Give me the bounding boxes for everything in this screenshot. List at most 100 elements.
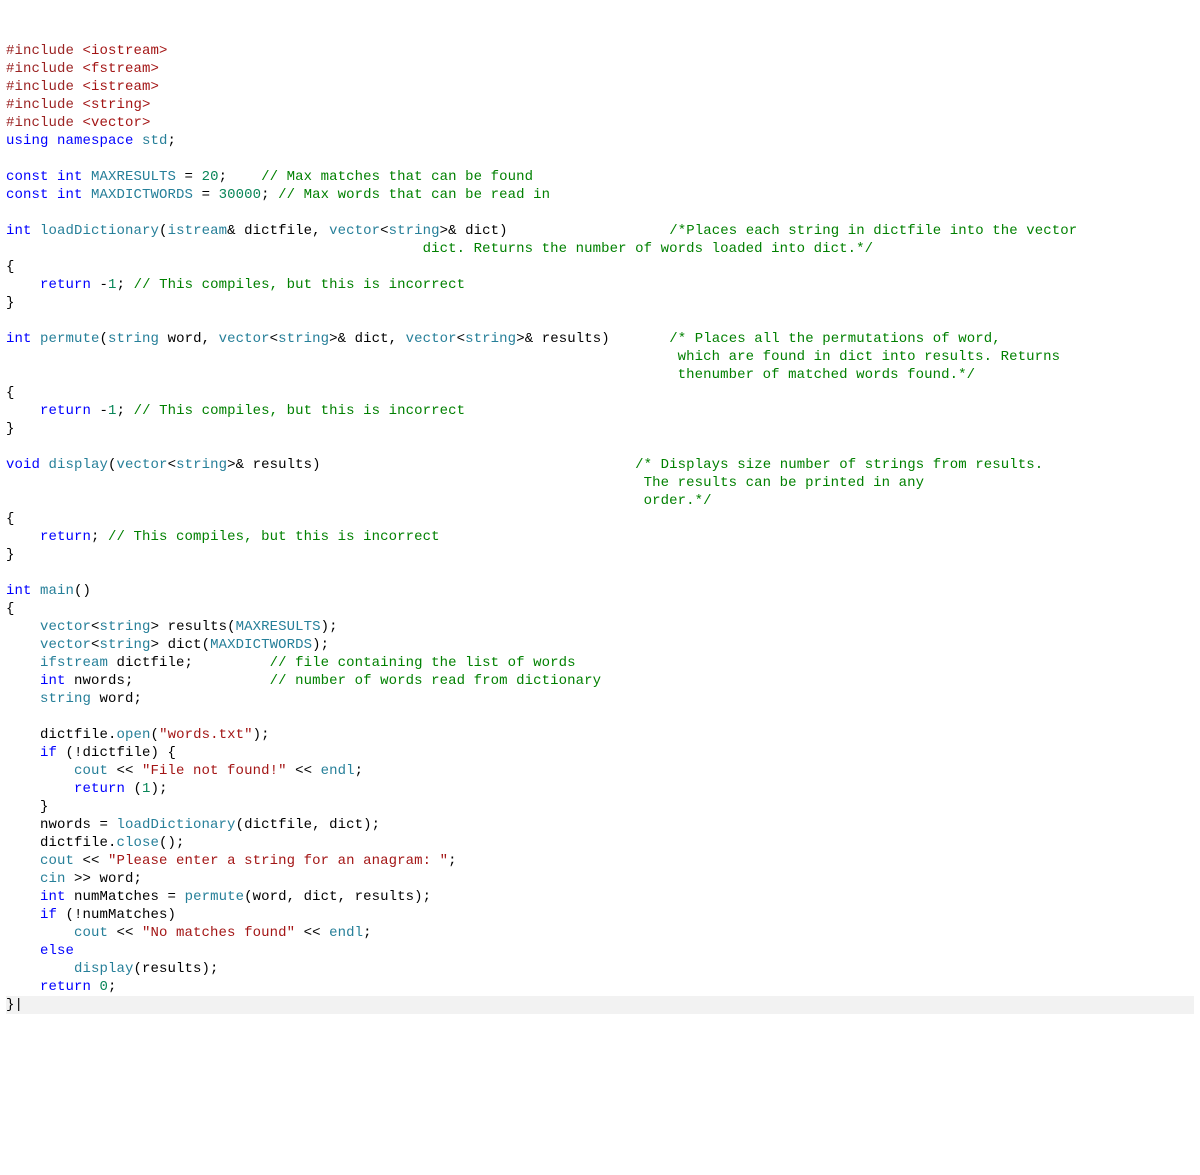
code-line (6, 438, 1194, 456)
token-op: } (6, 547, 15, 563)
code-line: dictfile.open("words.txt"); (6, 726, 1194, 744)
code-line: return -1; // This compiles, but this is… (6, 402, 1194, 420)
token-op (6, 691, 40, 707)
token-op: ; (91, 529, 108, 545)
token-type: string (389, 223, 440, 239)
token-op: < (270, 331, 279, 347)
code-line: using namespace std; (6, 132, 1194, 150)
token-op: ( (100, 331, 109, 347)
token-id: cout (74, 763, 108, 779)
token-id: loadDictionary (40, 223, 159, 239)
token-op: } (6, 421, 15, 437)
token-id: permute (185, 889, 245, 905)
token-op: nwords; (74, 673, 270, 689)
code-line: cout << "No matches found" << endl; (6, 924, 1194, 942)
token-op (6, 493, 644, 509)
code-line: { (6, 510, 1194, 528)
token-id: cin (40, 871, 66, 887)
code-line: #include <vector> (6, 114, 1194, 132)
token-op: ; (117, 277, 134, 293)
code-line: #include <istream> (6, 78, 1194, 96)
code-line: if (!dictfile) { (6, 744, 1194, 762)
token-op: ( (134, 781, 143, 797)
token-inc: <iostream> (83, 43, 168, 59)
token-op (6, 961, 74, 977)
code-line: cout << "File not found!" << endl; (6, 762, 1194, 780)
token-kw: int (6, 583, 40, 599)
token-num: 1 (108, 277, 117, 293)
token-op: >& results) (516, 331, 669, 347)
token-id: loadDictionary (117, 817, 236, 833)
code-line: { (6, 258, 1194, 276)
token-op (6, 655, 40, 671)
token-str: "File not found!" (142, 763, 287, 779)
code-line: #include <string> (6, 96, 1194, 114)
token-op: ); (312, 637, 329, 653)
token-op: word; (91, 691, 142, 707)
token-op: ); (321, 619, 338, 635)
token-op: < (380, 223, 389, 239)
token-com: // number of words read from dictionary (270, 673, 602, 689)
code-line: nwords = loadDictionary(dictfile, dict); (6, 816, 1194, 834)
token-op: - (100, 403, 109, 419)
token-op (6, 853, 40, 869)
token-op (6, 277, 40, 293)
token-com: // Max words that can be read in (278, 187, 550, 203)
code-line: cin >> word; (6, 870, 1194, 888)
token-pp: #include (6, 43, 83, 59)
token-op: & dictfile, (227, 223, 329, 239)
token-type: string (100, 637, 151, 653)
token-op (6, 907, 40, 923)
code-line: return -1; // This compiles, but this is… (6, 276, 1194, 294)
token-kw: using (6, 133, 57, 149)
token-kw: void (6, 457, 49, 473)
token-op: < (457, 331, 466, 347)
token-kw: int (40, 673, 74, 689)
code-line: const int MAXRESULTS = 20; // Max matche… (6, 168, 1194, 186)
token-pp: #include (6, 79, 83, 95)
token-com: /* Places all the permutations of word, (669, 331, 1001, 347)
token-op (6, 475, 644, 491)
token-kw: int (6, 331, 40, 347)
token-id: main (40, 583, 74, 599)
code-line: ifstream dictfile; // file containing th… (6, 654, 1194, 672)
token-op: (word, dict, results); (244, 889, 431, 905)
token-op: nwords = (6, 817, 117, 833)
token-op (6, 367, 678, 383)
token-op: = (176, 169, 202, 185)
code-line: int numMatches = permute(word, dict, res… (6, 888, 1194, 906)
token-op (6, 349, 678, 365)
token-op: << (74, 853, 108, 869)
token-type: string (40, 691, 91, 707)
token-type: string (176, 457, 227, 473)
token-op (6, 763, 74, 779)
token-op: } (6, 799, 49, 815)
code-line (6, 204, 1194, 222)
token-op: ( (151, 727, 160, 743)
code-line: } (6, 546, 1194, 564)
token-pp: #include (6, 97, 83, 113)
code-line: return; // This compiles, but this is in… (6, 528, 1194, 546)
token-kw: namespace (57, 133, 142, 149)
code-line: return (1); (6, 780, 1194, 798)
token-op: { (6, 601, 15, 617)
token-op: < (168, 457, 177, 473)
token-kw: return (40, 529, 91, 545)
token-kw: if (40, 745, 57, 761)
code-line: #include <iostream> (6, 42, 1194, 60)
code-line: The results can be printed in any (6, 474, 1194, 492)
code-line: return 0; (6, 978, 1194, 996)
token-op: dictfile. (6, 727, 117, 743)
token-op (6, 673, 40, 689)
code-line: if (!numMatches) (6, 906, 1194, 924)
token-op: } (6, 295, 15, 311)
token-id: cout (40, 853, 74, 869)
token-op: - (100, 277, 109, 293)
token-type: string (278, 331, 329, 347)
token-type: istream (168, 223, 228, 239)
token-id: open (117, 727, 151, 743)
token-id: permute (40, 331, 100, 347)
token-com: /*Places each string in dictfile into th… (669, 223, 1077, 239)
token-type: std (142, 133, 168, 149)
token-op: > results( (151, 619, 236, 635)
